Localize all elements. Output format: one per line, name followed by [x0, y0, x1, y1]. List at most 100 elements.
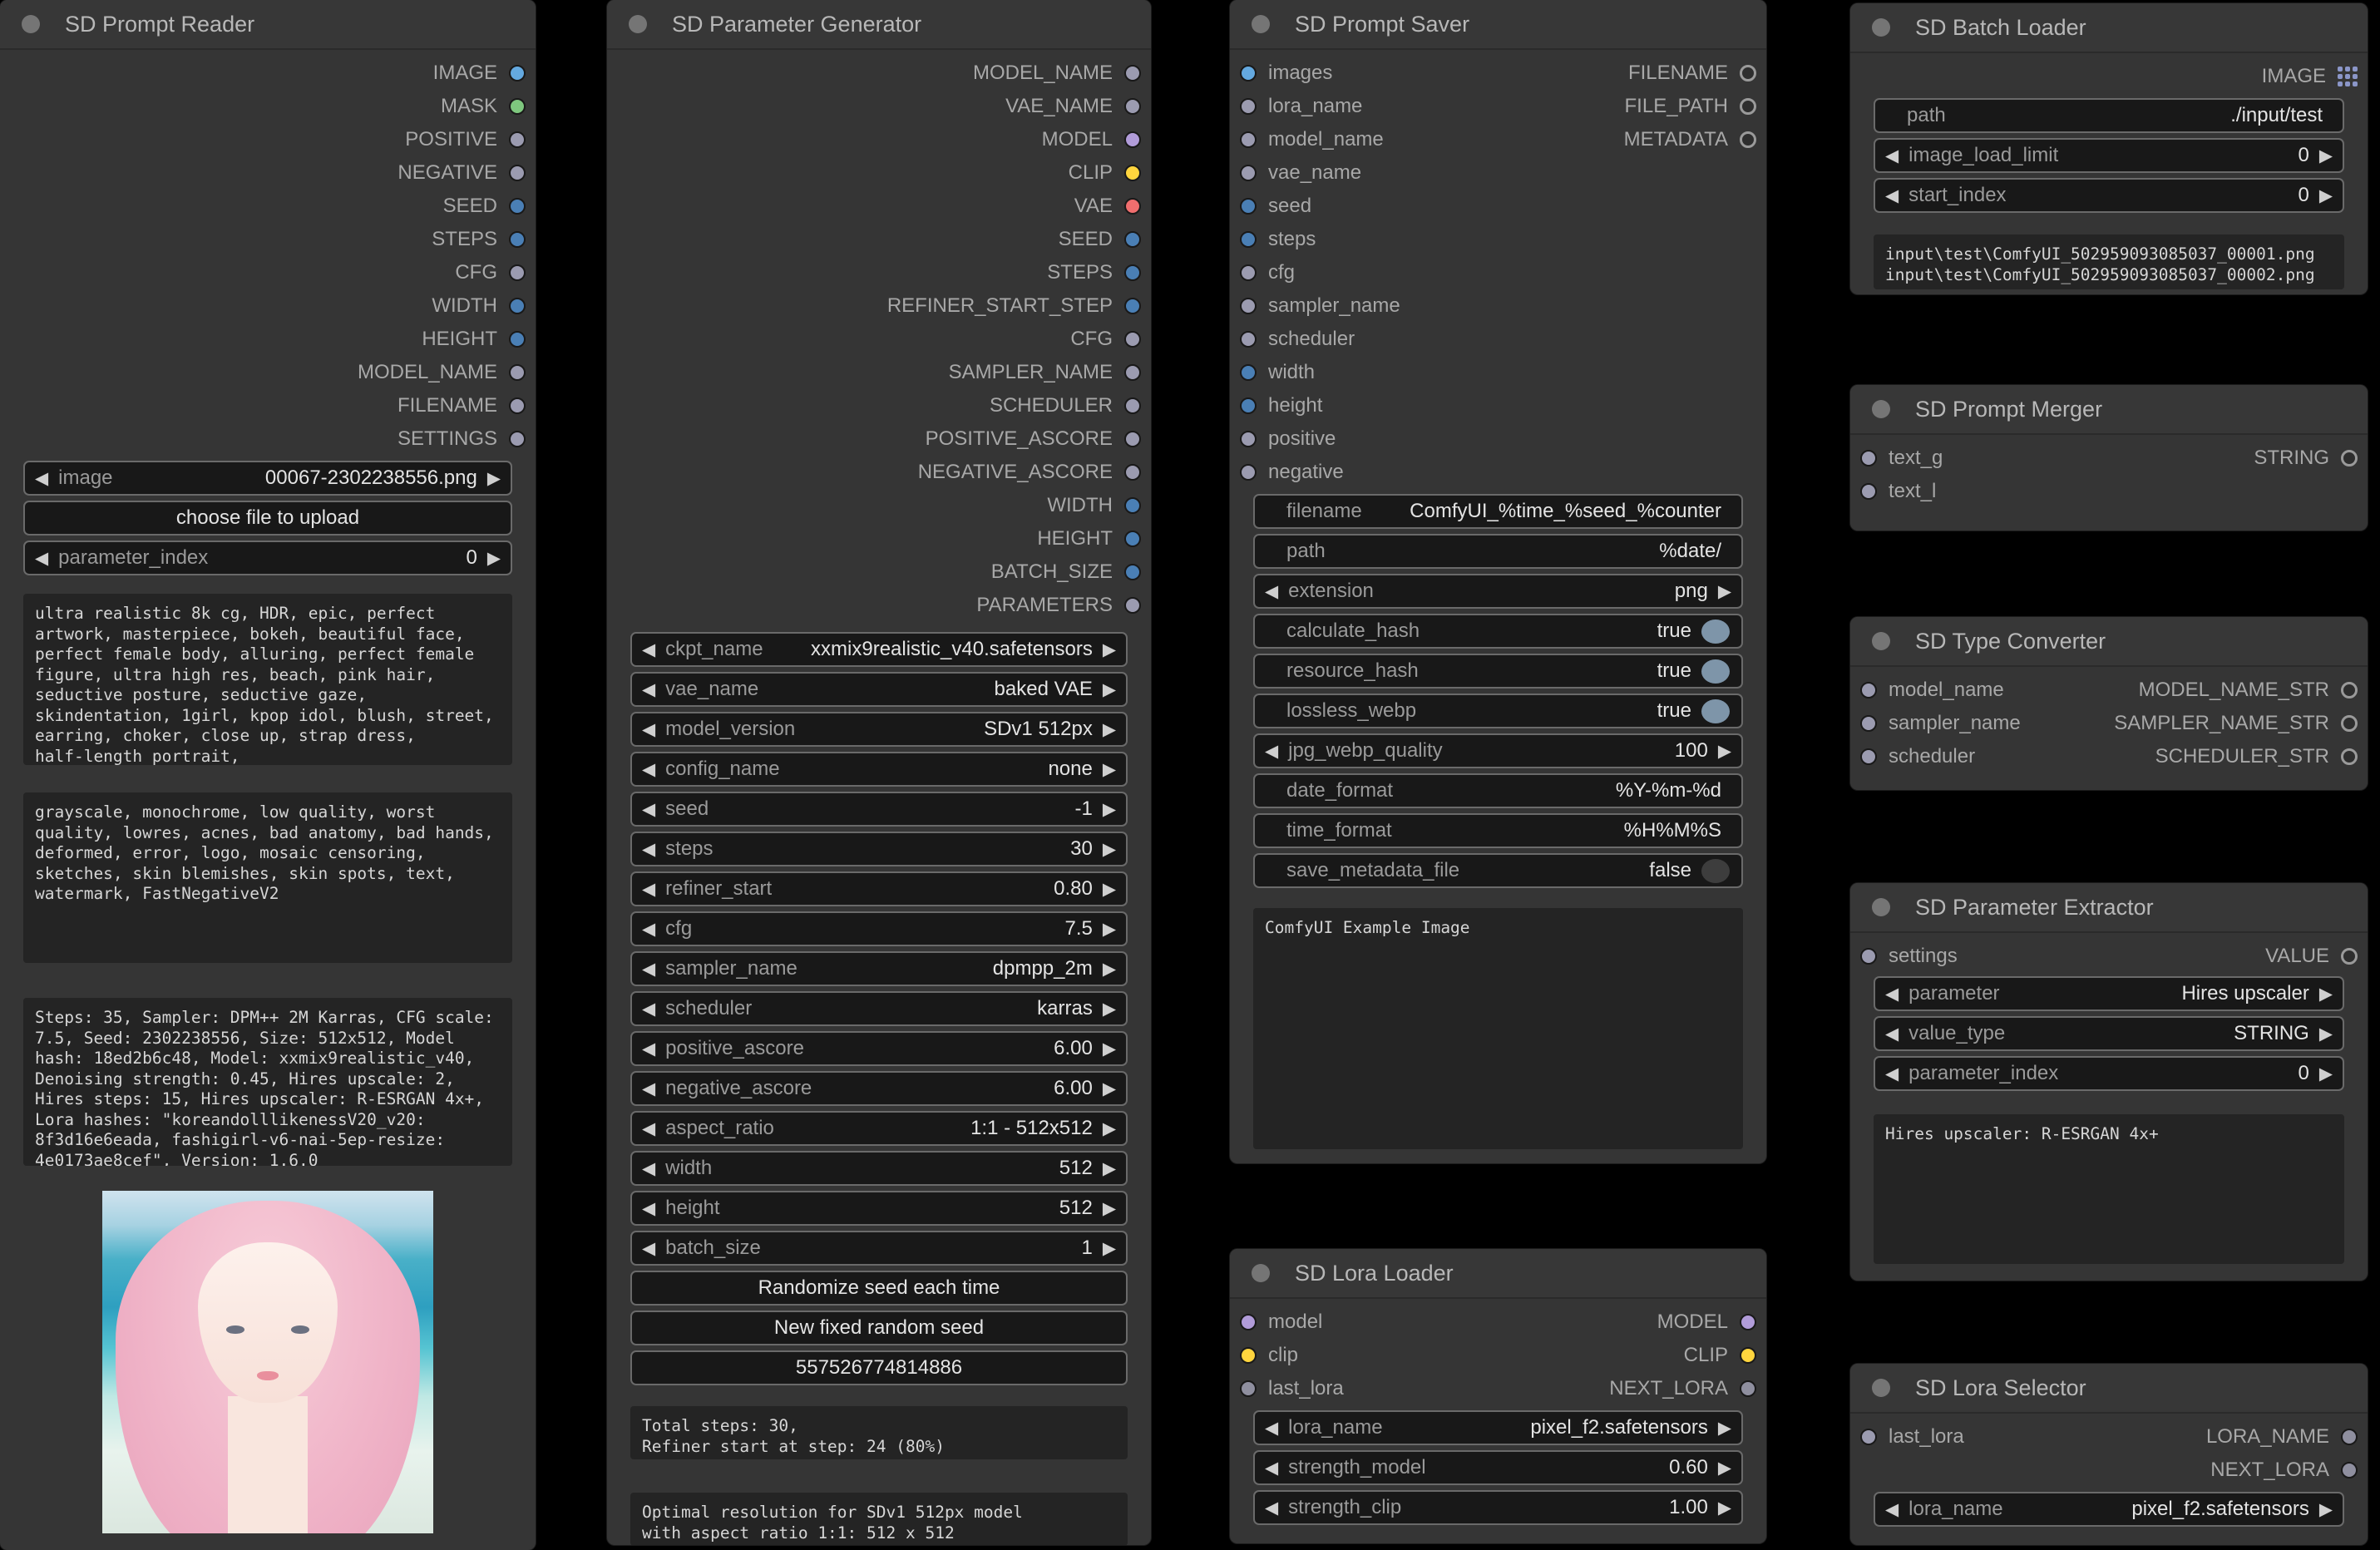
- toggle-dot[interactable]: [1701, 659, 1730, 684]
- combo-left-arrow-icon[interactable]: ◀: [642, 1200, 655, 1217]
- parameter-index-combo[interactable]: ◀ parameter_index 0 ▶: [1874, 1056, 2344, 1091]
- combo-right-arrow-icon[interactable]: ▶: [487, 470, 501, 487]
- input-slot-seed-dot[interactable]: [1240, 198, 1257, 215]
- combo-right-arrow-icon[interactable]: ▶: [1103, 1200, 1116, 1217]
- combo-left-arrow-icon[interactable]: ◀: [642, 721, 655, 738]
- output-slot-next_lora-dot[interactable]: [1740, 1380, 1756, 1397]
- collapse-dot[interactable]: [1872, 898, 1890, 916]
- output-slot-height-dot[interactable]: [509, 331, 526, 348]
- output-slot-model_name_str-dot[interactable]: [2341, 682, 2358, 698]
- node-title-bar[interactable]: SD Parameter Extractor: [1850, 883, 2368, 933]
- output-slot-cfg-dot[interactable]: [1124, 331, 1141, 348]
- strength-clip-combo[interactable]: ◀ strength_clip 1.00 ▶: [1253, 1490, 1743, 1525]
- toggle-dot[interactable]: [1701, 619, 1730, 644]
- collapse-dot[interactable]: [1872, 18, 1890, 37]
- combo-right-arrow-icon[interactable]: ▶: [1718, 743, 1731, 760]
- output-slot-width-dot[interactable]: [509, 298, 526, 314]
- collapse-dot[interactable]: [629, 15, 647, 33]
- negative-ascore-combo[interactable]: ◀ negative_ascore 6.00 ▶: [630, 1071, 1128, 1106]
- input-slot-vae_name-dot[interactable]: [1240, 165, 1257, 181]
- combo-right-arrow-icon[interactable]: ▶: [2319, 187, 2333, 205]
- combo-left-arrow-icon[interactable]: ◀: [1265, 1459, 1278, 1477]
- steps-combo[interactable]: ◀ steps 30 ▶: [630, 832, 1128, 866]
- output-slot-filename-dot[interactable]: [1740, 65, 1756, 81]
- combo-right-arrow-icon[interactable]: ▶: [2319, 985, 2333, 1003]
- new-fixed-seed-button[interactable]: New fixed random seed: [630, 1311, 1128, 1345]
- node-sd-lora-selector[interactable]: SD Lora Selector last_lora LORA_NAME NEXT_L…: [1850, 1364, 2368, 1545]
- output-slot-lora_name-dot[interactable]: [2341, 1429, 2358, 1445]
- image-load-limit-combo[interactable]: ◀ image_load_limit 0 ▶: [1874, 138, 2344, 173]
- output-slot-mask-dot[interactable]: [509, 98, 526, 115]
- combo-left-arrow-icon[interactable]: ◀: [642, 881, 655, 898]
- combo-right-arrow-icon[interactable]: ▶: [2319, 1065, 2333, 1083]
- combo-left-arrow-icon[interactable]: ◀: [642, 801, 655, 818]
- output-slot-vae-dot[interactable]: [1124, 198, 1141, 215]
- combo-right-arrow-icon[interactable]: ▶: [1103, 1160, 1116, 1177]
- strength-model-combo[interactable]: ◀ strength_model 0.60 ▶: [1253, 1450, 1743, 1485]
- output-slot-value-dot[interactable]: [2341, 948, 2358, 965]
- combo-left-arrow-icon[interactable]: ◀: [642, 921, 655, 938]
- combo-right-arrow-icon[interactable]: ▶: [1103, 1080, 1116, 1098]
- node-title-bar[interactable]: SD Batch Loader: [1850, 3, 2368, 53]
- resource-hash-toggle[interactable]: resource_hash true: [1253, 654, 1743, 689]
- time-format-field[interactable]: time_format %H%M%S: [1253, 813, 1743, 848]
- jpg-webp-quality-combo[interactable]: ◀ jpg_webp_quality 100 ▶: [1253, 733, 1743, 768]
- combo-right-arrow-icon[interactable]: ▶: [1718, 1419, 1731, 1437]
- calculate-hash-toggle[interactable]: calculate_hash true: [1253, 614, 1743, 649]
- node-title-bar[interactable]: SD Prompt Saver: [1230, 0, 1766, 50]
- toggle-dot[interactable]: [1701, 858, 1730, 883]
- combo-left-arrow-icon[interactable]: ◀: [1265, 743, 1278, 760]
- combo-right-arrow-icon[interactable]: ▶: [1103, 801, 1116, 818]
- output-slot-file_path-dot[interactable]: [1740, 98, 1756, 115]
- parameter-index-combo[interactable]: ◀ parameter_index 0 ▶: [23, 541, 512, 575]
- value-type-combo[interactable]: ◀ value_type STRING ▶: [1874, 1016, 2344, 1051]
- node-title-bar[interactable]: SD Parameter Generator: [607, 0, 1151, 50]
- output-slot-cfg-dot[interactable]: [509, 264, 526, 281]
- output-slot-steps-dot[interactable]: [509, 231, 526, 248]
- output-slot-scheduler_str-dot[interactable]: [2341, 748, 2358, 765]
- combo-right-arrow-icon[interactable]: ▶: [2319, 147, 2333, 165]
- input-slot-height-dot[interactable]: [1240, 397, 1257, 414]
- collapse-dot[interactable]: [1252, 15, 1270, 33]
- combo-left-arrow-icon[interactable]: ◀: [35, 550, 48, 567]
- combo-left-arrow-icon[interactable]: ◀: [642, 841, 655, 858]
- output-slot-scheduler-dot[interactable]: [1124, 397, 1141, 414]
- collapse-dot[interactable]: [1252, 1264, 1270, 1282]
- collapse-dot[interactable]: [1872, 400, 1890, 418]
- output-slot-seed-dot[interactable]: [509, 198, 526, 215]
- model-version-combo[interactable]: ◀ model_version SDv1 512px ▶: [630, 712, 1128, 747]
- toggle-dot[interactable]: [1701, 698, 1730, 723]
- node-sd-parameter-extractor[interactable]: SD Parameter Extractor settings VALUE ◀ para…: [1850, 883, 2368, 1281]
- positive-ascore-combo[interactable]: ◀ positive_ascore 6.00 ▶: [630, 1031, 1128, 1066]
- input-slot-positive-dot[interactable]: [1240, 431, 1257, 447]
- aspect-ratio-combo[interactable]: ◀ aspect_ratio 1:1 - 512x512 ▶: [630, 1111, 1128, 1146]
- node-sd-lora-loader[interactable]: SD Lora Loader model clip last_lora MODEL CLI…: [1230, 1249, 1766, 1543]
- combo-left-arrow-icon[interactable]: ◀: [642, 960, 655, 978]
- batch-size-combo[interactable]: ◀ batch_size 1 ▶: [630, 1231, 1128, 1266]
- combo-left-arrow-icon[interactable]: ◀: [1885, 985, 1899, 1003]
- lora-name-combo[interactable]: ◀ lora_name pixel_f2.safetensors ▶: [1253, 1410, 1743, 1445]
- output-slot-positive_ascore-dot[interactable]: [1124, 431, 1141, 447]
- total-steps-box[interactable]: Total steps: 30, Refiner start at step: …: [630, 1406, 1128, 1459]
- node-canvas[interactable]: SD Prompt Reader IMAGE MASK POSITIVE NEGATIV…: [0, 0, 2380, 1550]
- settings-box[interactable]: Steps: 35, Sampler: DPM++ 2M Karras, CFG…: [23, 998, 512, 1166]
- output-slot-filename-dot[interactable]: [509, 397, 526, 414]
- collapse-dot[interactable]: [1872, 632, 1890, 650]
- node-sd-prompt-merger[interactable]: SD Prompt Merger text_g text_l STRING: [1850, 385, 2368, 531]
- combo-left-arrow-icon[interactable]: ◀: [1885, 1025, 1899, 1043]
- input-slot-sampler_name-dot[interactable]: [1240, 298, 1257, 314]
- combo-left-arrow-icon[interactable]: ◀: [642, 1120, 655, 1138]
- ckpt-name-combo[interactable]: ◀ ckpt_name xxmix9realistic_v40.safetensor…: [630, 632, 1128, 667]
- output-slot-refiner_start_step-dot[interactable]: [1124, 298, 1141, 314]
- filename-field[interactable]: filename ComfyUI_%time_%seed_%counter: [1253, 494, 1743, 529]
- output-slot-image-dot[interactable]: [509, 65, 526, 81]
- combo-left-arrow-icon[interactable]: ◀: [1885, 1065, 1899, 1083]
- input-slot-scheduler-dot[interactable]: [1240, 331, 1257, 348]
- node-title-bar[interactable]: SD Lora Selector: [1850, 1364, 2368, 1414]
- node-title-bar[interactable]: SD Type Converter: [1850, 617, 2368, 667]
- output-slot-string-dot[interactable]: [2341, 450, 2358, 466]
- lossless-webp-toggle[interactable]: lossless_webp true: [1253, 694, 1743, 728]
- combo-right-arrow-icon[interactable]: ▶: [1103, 681, 1116, 698]
- node-sd-prompt-saver[interactable]: SD Prompt Saver images lora_name model_name…: [1230, 0, 1766, 1163]
- collapse-dot[interactable]: [1872, 1379, 1890, 1397]
